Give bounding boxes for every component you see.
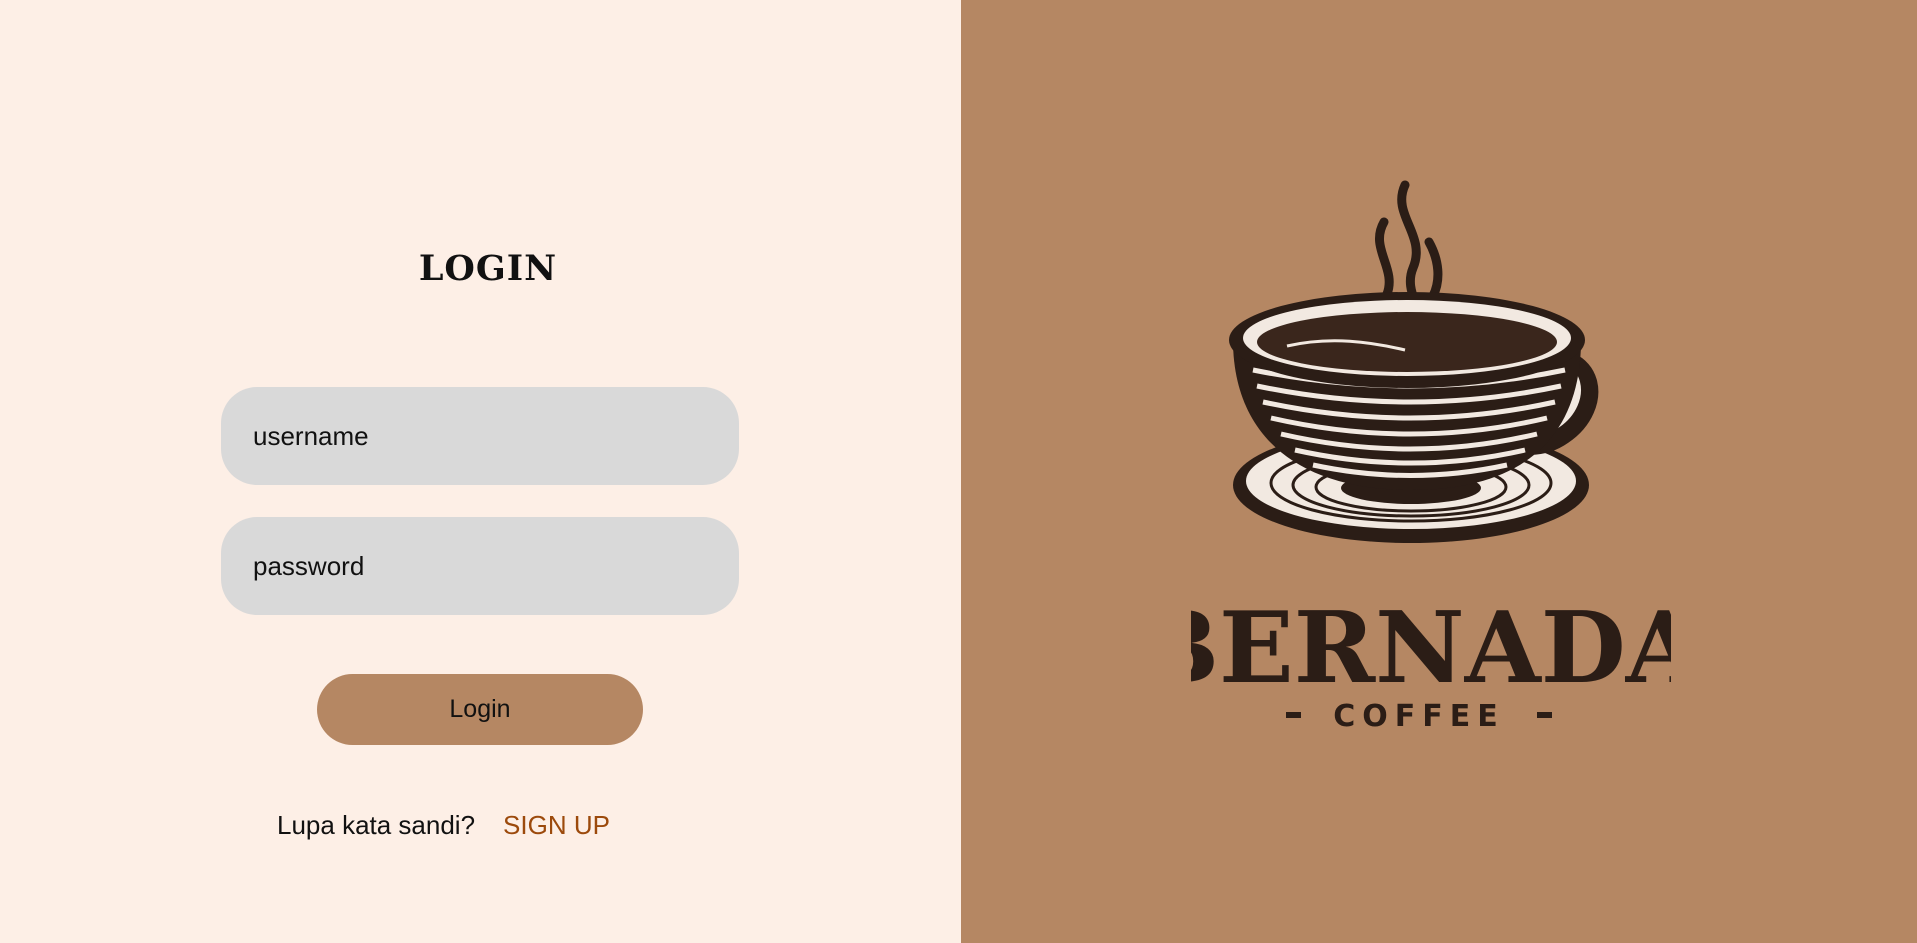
login-button[interactable]: Login [317,674,643,745]
forgot-password-link[interactable]: Lupa kata sandi? [277,810,475,841]
username-input[interactable] [221,387,739,485]
password-input[interactable] [221,517,739,615]
brand-panel: BERNADA COFFEE [961,0,1917,943]
brand-subtitle: COFFEE [1333,699,1505,734]
signup-link[interactable]: SIGN UP [503,810,610,841]
brand-name: BERNADA [1191,591,1671,706]
login-title: LOGIN [418,248,558,289]
login-panel: LOGIN Login Lupa kata sandi? SIGN UP [0,0,961,943]
coffee-cup-icon: BERNADA COFFEE [1136,180,1704,734]
auth-links: Lupa kata sandi? SIGN UP [277,810,610,841]
brand-logo: BERNADA COFFEE [1136,170,1704,750]
